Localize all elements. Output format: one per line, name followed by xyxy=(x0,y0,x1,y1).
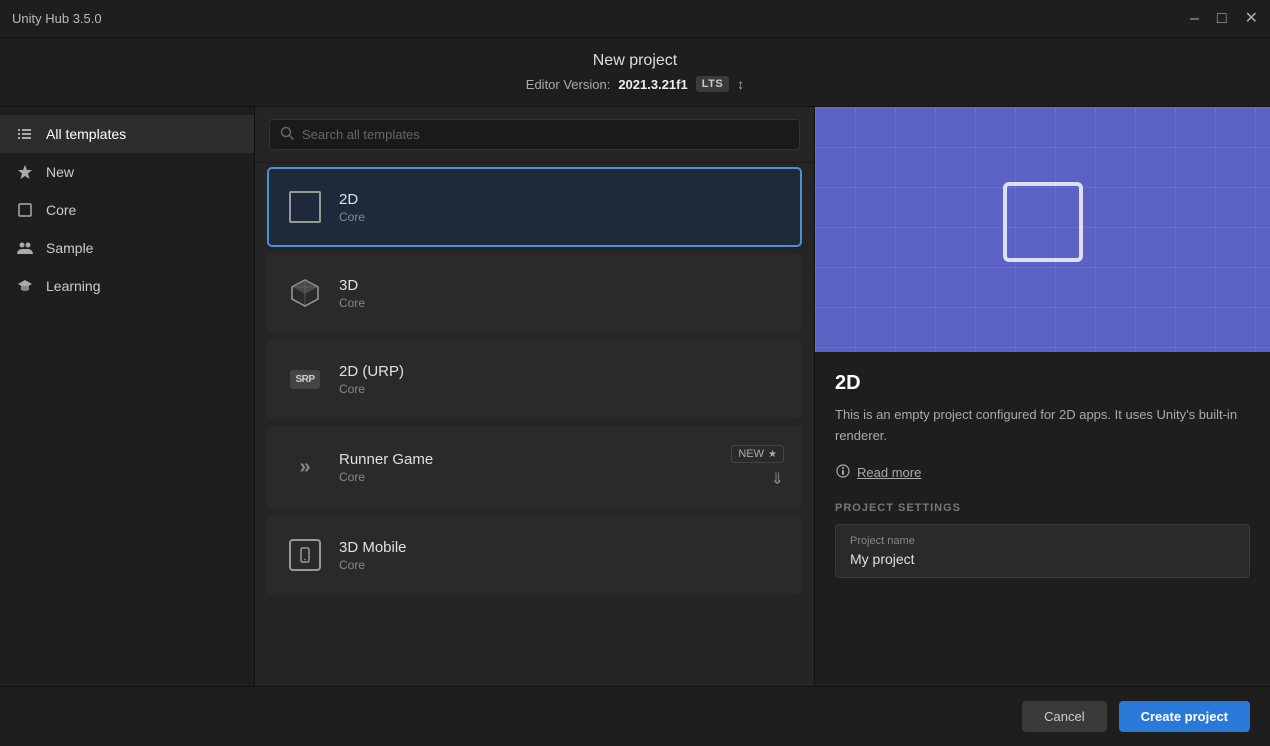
template-category-2d: Core xyxy=(339,210,365,224)
template-icon-3d xyxy=(285,273,325,313)
project-name-field[interactable]: Project name My project xyxy=(835,524,1250,578)
template-name-3d-mobile: 3D Mobile xyxy=(339,539,407,556)
srp-icon: SRP xyxy=(290,370,319,389)
template-category-2d-urp: Core xyxy=(339,382,404,396)
template-icon-2d xyxy=(285,187,325,227)
template-list-area: 2D Core 3D Core xyxy=(255,107,815,686)
dialog-title: New project xyxy=(0,52,1270,70)
detail-template-name: 2D xyxy=(835,372,1250,395)
close-button[interactable]: ✕ xyxy=(1245,11,1258,27)
minimize-button[interactable]: – xyxy=(1190,11,1199,27)
sidebar-item-core[interactable]: Core xyxy=(0,191,254,229)
sidebar-label-core: Core xyxy=(46,202,76,218)
template-name-3d: 3D xyxy=(339,277,365,294)
new-badge: NEW ★ xyxy=(731,445,784,463)
editor-version-number: 2021.3.21f1 xyxy=(618,77,687,92)
template-category-3d: Core xyxy=(339,296,365,310)
people-icon xyxy=(16,239,34,257)
template-info-3d-mobile: 3D Mobile Core xyxy=(339,539,407,572)
lts-badge: LTS xyxy=(696,76,729,92)
editor-version-label: Editor Version: xyxy=(526,77,611,92)
read-more-link[interactable]: Read more xyxy=(835,463,1250,482)
preview-icon xyxy=(1003,182,1083,262)
template-category-runner-game: Core xyxy=(339,470,433,484)
sidebar-label-sample: Sample xyxy=(46,240,93,256)
sidebar-label-learning: Learning xyxy=(46,278,101,294)
template-items-list: 2D Core 3D Core xyxy=(255,163,814,686)
template-category-3d-mobile: Core xyxy=(339,558,407,572)
read-more-icon xyxy=(835,463,851,482)
template-icon-runner-game: » xyxy=(285,447,325,487)
app-title: Unity Hub 3.5.0 xyxy=(12,11,102,26)
window-controls: – □ ✕ xyxy=(1190,11,1258,27)
sidebar-item-all-templates[interactable]: All templates xyxy=(0,115,254,153)
sidebar-item-new[interactable]: New xyxy=(0,153,254,191)
template-badges-runner-game: NEW ★ ⇓ xyxy=(731,445,784,489)
template-info-2d: 2D Core xyxy=(339,191,365,224)
sidebar-label-all-templates: All templates xyxy=(46,126,126,142)
titlebar: Unity Hub 3.5.0 – □ ✕ xyxy=(0,0,1270,38)
template-card-runner-game[interactable]: » Runner Game Core NEW ★ ⇓ xyxy=(267,425,802,509)
create-project-button[interactable]: Create project xyxy=(1119,701,1250,732)
search-bar xyxy=(255,107,814,163)
sidebar: All templates New Core xyxy=(0,107,255,686)
template-detail-panel: 2D This is an empty project configured f… xyxy=(815,107,1270,686)
template-name-2d: 2D xyxy=(339,191,365,208)
read-more-label: Read more xyxy=(857,465,921,480)
project-name-label: Project name xyxy=(850,535,1235,547)
main-content: All templates New Core xyxy=(0,107,1270,686)
download-icon: ⇓ xyxy=(771,469,784,489)
template-card-3d-mobile[interactable]: 3D Mobile Core xyxy=(267,515,802,595)
template-info-runner-game: Runner Game Core xyxy=(339,451,433,484)
list-icon xyxy=(16,125,34,143)
template-detail-body: 2D This is an empty project configured f… xyxy=(815,352,1270,686)
template-card-3d[interactable]: 3D Core xyxy=(267,253,802,333)
mobile-icon xyxy=(289,539,321,571)
template-info-2d-urp: 2D (URP) Core xyxy=(339,363,404,396)
dialog-header: New project Editor Version: 2021.3.21f1 … xyxy=(0,38,1270,107)
sidebar-item-learning[interactable]: Learning xyxy=(0,267,254,305)
search-input-wrapper xyxy=(269,119,800,150)
template-name-2d-urp: 2D (URP) xyxy=(339,363,404,380)
maximize-button[interactable]: □ xyxy=(1217,11,1227,27)
arrows-icon: » xyxy=(299,456,310,479)
version-selector-arrow[interactable]: ↕ xyxy=(737,76,744,92)
star-icon-small: ★ xyxy=(768,449,777,460)
template-name-runner-game: Runner Game xyxy=(339,451,433,468)
template-info-3d: 3D Core xyxy=(339,277,365,310)
search-input[interactable] xyxy=(302,127,789,142)
project-name-value: My project xyxy=(850,551,1235,567)
editor-version-row: Editor Version: 2021.3.21f1 LTS ↕ xyxy=(0,76,1270,92)
star-icon xyxy=(16,163,34,181)
graduation-icon xyxy=(16,277,34,295)
template-card-2d-urp[interactable]: SRP 2D (URP) Core xyxy=(267,339,802,419)
detail-template-description: This is an empty project configured for … xyxy=(835,405,1250,447)
square-icon xyxy=(16,201,34,219)
footer: Cancel Create project xyxy=(0,686,1270,746)
cancel-button[interactable]: Cancel xyxy=(1022,701,1106,732)
search-icon xyxy=(280,126,294,143)
template-preview xyxy=(815,107,1270,352)
project-settings-title: PROJECT SETTINGS xyxy=(835,502,1250,514)
template-card-2d[interactable]: 2D Core xyxy=(267,167,802,247)
template-icon-2d-urp: SRP xyxy=(285,359,325,399)
template-icon-3d-mobile xyxy=(285,535,325,575)
sidebar-item-sample[interactable]: Sample xyxy=(0,229,254,267)
sidebar-label-new: New xyxy=(46,164,74,180)
